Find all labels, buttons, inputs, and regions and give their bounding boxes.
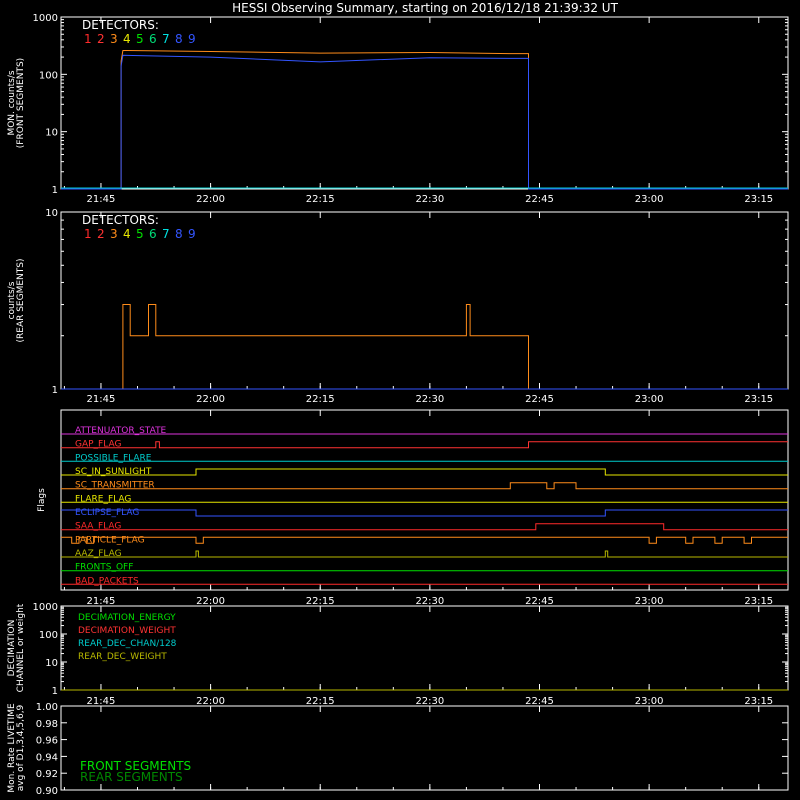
front-panel-ytick-label-2: 100 <box>39 70 58 81</box>
flag-label-fronts_off: FRONTS_OFF <box>75 563 133 573</box>
livetime-panel-ytick-label-4: 0.98 <box>36 719 58 730</box>
flags-panel-xtick-label-3: 22:30 <box>415 596 444 607</box>
front-panel-detector-number-2: 2 <box>97 32 105 46</box>
decimation-panel-xtick-label-2: 22:15 <box>306 696 335 707</box>
front-panel-xtick-label-1: 22:00 <box>196 194 225 205</box>
decimation-panel-ytick-label-2: 100 <box>39 630 58 641</box>
rear-panel-ytick-label-1: 10 <box>45 208 58 219</box>
rear-panel-xtick-label-4: 22:45 <box>525 394 554 405</box>
rear-panel-xtick-label-0: 21:45 <box>87 394 116 405</box>
livetime-panel-ytick-label-5: 1.00 <box>36 702 58 713</box>
decimation-panel-xtick-label-4: 22:45 <box>525 696 554 707</box>
rear-panel-ytick-label-0: 1 <box>52 385 58 396</box>
rear-panel-detector-number-2: 2 <box>97 227 105 241</box>
decimation-panel-xtick-label-6: 23:15 <box>744 696 773 707</box>
figure-background <box>0 0 800 800</box>
rear-panel-detector-number-6: 6 <box>149 227 157 241</box>
decimation-legend-3: REAR_DEC_WEIGHT <box>78 652 167 662</box>
front-panel-xtick-label-6: 23:15 <box>744 194 773 205</box>
front-panel-ytick-label-1: 10 <box>45 128 58 139</box>
flag-label-aaz_flag: AAZ_FLAG <box>75 549 122 559</box>
flags-panel-ylabel-0: Flags <box>37 488 47 512</box>
front-panel-xtick-label-5: 23:00 <box>635 194 664 205</box>
rear-panel-detector-number-5: 5 <box>136 227 144 241</box>
rear-panel-detector-number-8: 8 <box>175 227 183 241</box>
figure-title: HESSI Observing Summary, starting on 201… <box>232 1 618 15</box>
livetime-panel-ytick-label-1: 0.92 <box>36 769 58 780</box>
decimation-panel-xtick-label-3: 22:30 <box>415 696 444 707</box>
rear-panel-detector-number-1: 1 <box>84 227 92 241</box>
front-panel-detector-number-8: 8 <box>175 32 183 46</box>
rear-panel-detector-number-4: 4 <box>123 227 131 241</box>
decimation-panel-ytick-label-0: 1 <box>52 686 58 697</box>
decimation-panel-xtick-label-1: 22:00 <box>196 696 225 707</box>
front-panel-detector-number-4: 4 <box>123 32 131 46</box>
decimation-panel-ytick-label-3: 1000 <box>33 602 58 613</box>
livetime-panel-ylabel-1: avg of D1,3,4,5,6,9 <box>16 704 26 791</box>
flags-panel-xtick-label-5: 23:00 <box>635 596 664 607</box>
front-panel-detector-number-1: 1 <box>84 32 92 46</box>
rear-panel-xtick-label-5: 23:00 <box>635 394 664 405</box>
front-panel-ytick-label-3: 1000 <box>33 13 58 24</box>
decimation-legend-2: REAR_DEC_CHAN/128 <box>78 639 177 649</box>
flags-panel-xtick-label-1: 22:00 <box>196 596 225 607</box>
flag-label-attenuator_state: ATTENUATOR_STATE <box>75 426 167 436</box>
rear-panel-xtick-label-3: 22:30 <box>415 394 444 405</box>
rear-panel-xtick-label-6: 23:15 <box>744 394 773 405</box>
rear-panel-xtick-label-1: 22:00 <box>196 394 225 405</box>
flag-label-flare_flag: FLARE_FLAG <box>75 494 131 504</box>
front-panel-xtick-label-3: 22:30 <box>415 194 444 205</box>
flags-panel-xtick-label-2: 22:15 <box>306 596 335 607</box>
rear-panel-ylabel-1: (REAR SEGMENTS) <box>16 258 26 342</box>
flag-label-sc_transmitter: SC_TRANSMITTER <box>75 481 155 491</box>
livetime-legend-1: REAR SEGMENTS <box>80 770 183 784</box>
decimation-legend-1: DECIMATION_WEIGHT <box>78 626 176 636</box>
rear-panel-xtick-label-2: 22:15 <box>306 394 335 405</box>
flag-label-eclipse_flag: ECLIPSE_FLAG <box>75 508 139 518</box>
flag-label-bad_packets: BAD_PACKETS <box>75 576 139 586</box>
front-panel-detector-number-5: 5 <box>136 32 144 46</box>
flag-label-particle_flag: PARTICLE_FLAG <box>75 535 145 545</box>
front-panel-xtick-label-4: 22:45 <box>525 194 554 205</box>
decimation-panel-ytick-label-1: 10 <box>45 658 58 669</box>
front-panel-xtick-label-0: 21:45 <box>87 194 116 205</box>
rear-panel-detector-number-7: 7 <box>162 227 170 241</box>
decimation-panel-xtick-label-5: 23:00 <box>635 696 664 707</box>
hessi-summary-figure: HESSI Observing Summary, starting on 201… <box>0 0 800 800</box>
rear-panel-detectors-label: DETECTORS: <box>82 213 159 227</box>
flags-panel-xtick-label-6: 23:15 <box>744 596 773 607</box>
flag-label-saa_flag: SAA_FLAG <box>75 522 121 532</box>
front-panel-detector-number-7: 7 <box>162 32 170 46</box>
front-panel-ylabel-1: (FRONT SEGMENTS) <box>16 58 26 148</box>
flags-panel-xtick-label-0: 21:45 <box>87 596 116 607</box>
decimation-legend-0: DECIMATION_ENERGY <box>78 613 176 623</box>
rear-panel-detector-number-3: 3 <box>110 227 118 241</box>
front-panel-ytick-label-0: 1 <box>52 185 58 196</box>
decimation-panel-ylabel-1: CHANNEL or weight <box>16 603 26 692</box>
flag-label-gap_flag: GAP_FLAG <box>75 440 121 450</box>
front-panel-xtick-label-2: 22:15 <box>306 194 335 205</box>
livetime-panel-ytick-label-2: 0.94 <box>36 752 58 763</box>
front-panel-detector-number-3: 3 <box>110 32 118 46</box>
front-panel-detectors-label: DETECTORS: <box>82 18 159 32</box>
flag-label-possible_flare: POSSIBLE_FLARE <box>75 453 152 463</box>
front-panel-detector-number-6: 6 <box>149 32 157 46</box>
front-panel-detector-number-9: 9 <box>188 32 196 46</box>
flag-label-sc_in_sunlight: SC_IN_SUNLIGHT <box>75 467 152 477</box>
livetime-panel-ytick-label-3: 0.96 <box>36 736 58 747</box>
livetime-panel-ytick-label-0: 0.90 <box>36 786 58 797</box>
flags-panel-xtick-label-4: 22:45 <box>525 596 554 607</box>
decimation-panel-xtick-label-0: 21:45 <box>87 696 116 707</box>
rear-panel-detector-number-9: 9 <box>188 227 196 241</box>
